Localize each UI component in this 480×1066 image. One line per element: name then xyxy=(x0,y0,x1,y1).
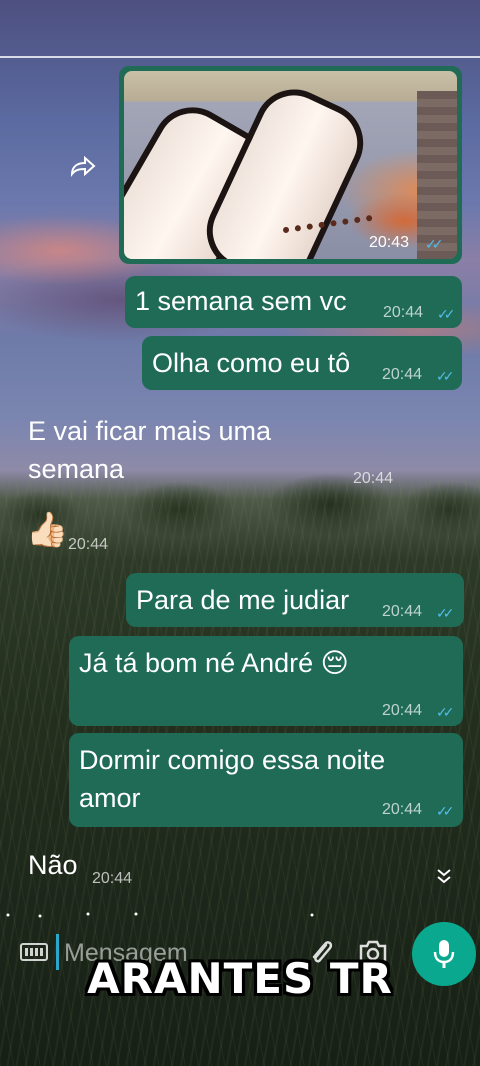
header-divider xyxy=(0,56,480,58)
message-text: Para de me judiar xyxy=(136,585,350,615)
message-time: 20:44 xyxy=(382,702,423,719)
incoming-message[interactable]: E vai ficar mais uma semana 20:44 xyxy=(28,412,408,492)
read-ticks-icon: ✓✓ xyxy=(436,704,455,720)
message-time: 20:43 xyxy=(369,234,410,251)
message-photo[interactable] xyxy=(124,71,457,259)
message-text-line: amor xyxy=(79,783,141,813)
read-ticks-icon: ✓✓ xyxy=(436,368,455,384)
message-time: 20:44 xyxy=(92,870,133,887)
outgoing-message[interactable]: Olha como eu tô 20:44 ✓✓ xyxy=(142,336,462,390)
read-ticks-icon: ✓✓ xyxy=(425,236,444,252)
message-text: Já tá bom né André 😔 xyxy=(79,648,349,678)
forward-icon[interactable] xyxy=(68,155,98,186)
message-text: 1 semana sem vc xyxy=(135,286,347,316)
incoming-message[interactable]: Não 20:44 xyxy=(28,846,178,890)
outgoing-message[interactable]: Dormir comigo essa noite amor 20:44 ✓✓ xyxy=(69,733,463,827)
thumbs-up-emoji: 👍🏻 xyxy=(26,511,69,549)
message-text-line: semana xyxy=(28,454,125,484)
message-time: 20:44 xyxy=(382,801,423,818)
message-text: Não xyxy=(28,850,78,880)
message-time: 20:44 xyxy=(382,366,423,383)
watermark-title: ARANTES TR xyxy=(87,954,393,1003)
message-text: Olha como eu tô xyxy=(152,348,351,378)
message-text-line: Dormir comigo essa noite xyxy=(79,745,386,775)
outgoing-message[interactable]: 1 semana sem vc 20:44 ✓✓ xyxy=(125,276,462,328)
image-message[interactable]: 20:43 ✓✓ xyxy=(119,66,462,264)
outgoing-message[interactable]: Para de me judiar 20:44 ✓✓ xyxy=(126,573,464,627)
outgoing-message[interactable]: Já tá bom né André 😔 20:44 ✓✓ xyxy=(69,636,463,726)
message-time: 20:44 xyxy=(383,304,424,321)
message-time: 20:44 xyxy=(68,536,109,553)
incoming-message[interactable]: 👍🏻 20:44 xyxy=(26,508,126,554)
message-time: 20:44 xyxy=(382,603,423,620)
message-time: 20:44 xyxy=(353,470,394,487)
photo-pixelation xyxy=(417,91,457,259)
read-ticks-icon: ✓✓ xyxy=(437,306,456,322)
double-chevron-down-icon[interactable] xyxy=(432,867,456,891)
typing-separator xyxy=(6,912,314,918)
message-text-line: E vai ficar mais uma xyxy=(28,416,272,446)
read-ticks-icon: ✓✓ xyxy=(436,803,455,819)
read-ticks-icon: ✓✓ xyxy=(436,605,455,621)
